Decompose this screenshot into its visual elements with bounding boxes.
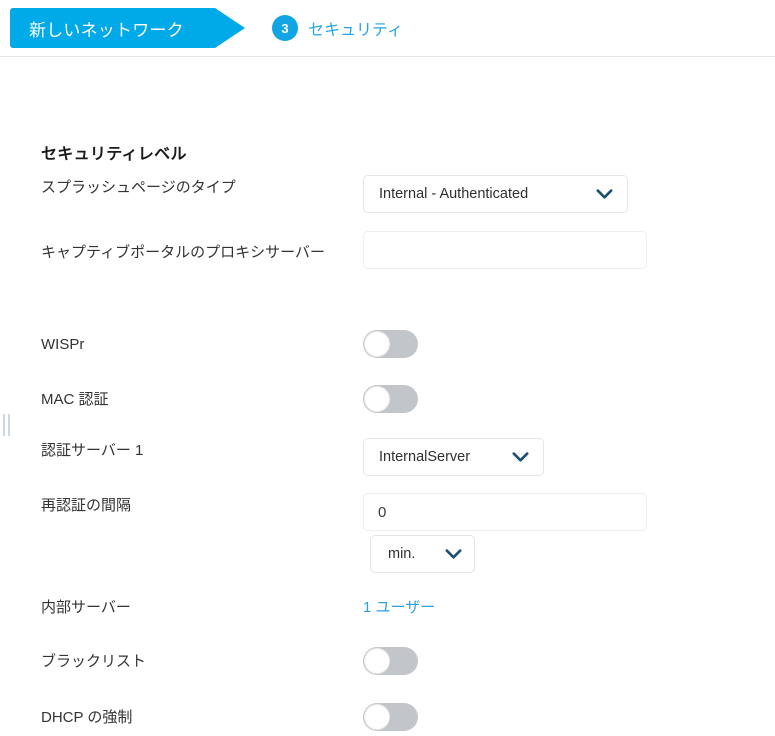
toggle-knob [364, 331, 390, 357]
step-security-label: セキュリティ [308, 22, 404, 39]
toggle-knob [364, 704, 390, 730]
input-reauth-interval[interactable] [363, 493, 647, 531]
select-auth-server-1[interactable]: InternalServer [363, 438, 544, 476]
select-reauth-unit[interactable]: min. [370, 535, 475, 573]
chevron-down-icon [445, 548, 462, 560]
label-splash-page-type: スプラッシュページのタイプ [41, 179, 236, 196]
control-internal-server: 1 ユーザー [363, 595, 435, 620]
toggle-wispr[interactable] [363, 330, 418, 358]
toggle-mac-auth[interactable] [363, 385, 418, 413]
input-captive-portal-proxy[interactable] [363, 231, 647, 269]
control-mac-auth [363, 385, 418, 418]
control-captive-portal-proxy [363, 231, 647, 269]
label-reauth-interval: 再認証の間隔 [41, 497, 132, 514]
wizard-tab-new-network[interactable]: 新しいネットワーク [10, 8, 215, 48]
control-reauth-unit: min. [370, 535, 647, 573]
select-splash-page-type[interactable]: Internal - Authenticated [363, 175, 628, 213]
label-wispr: WISPr [41, 336, 85, 353]
wizard-tab-arrow-shape [215, 8, 245, 48]
wizard-step-header: 新しいネットワーク 3 セキュリティ [0, 0, 775, 57]
label-mac-auth: MAC 認証 [41, 391, 109, 408]
toggle-blacklisting[interactable] [363, 647, 418, 675]
control-auth-server-1: InternalServer [363, 438, 544, 476]
toggle-knob [364, 648, 390, 674]
toggle-knob [364, 386, 390, 412]
chevron-down-icon [596, 188, 613, 200]
panel-collapse-handle[interactable] [3, 414, 13, 436]
step-number-badge: 3 [272, 15, 298, 41]
toggle-dhcp-enforcement[interactable] [363, 703, 418, 731]
label-blacklisting: ブラックリスト [41, 653, 147, 670]
label-auth-server-1: 認証サーバー 1 [41, 442, 144, 459]
handle-bar-right [8, 414, 10, 436]
control-wispr [363, 330, 418, 363]
label-internal-server: 内部サーバー [41, 599, 131, 616]
chevron-down-icon [512, 451, 529, 463]
control-blacklisting [363, 647, 418, 680]
select-reauth-unit-value: min. [388, 546, 416, 562]
control-splash-page-type: Internal - Authenticated [363, 175, 628, 213]
label-dhcp-enforcement: DHCP の強制 [41, 709, 133, 726]
handle-bar-left [3, 414, 5, 436]
link-internal-server-users[interactable]: 1 ユーザー [363, 599, 435, 616]
section-title-security-level: セキュリティレベル [41, 146, 187, 163]
wizard-step-security[interactable]: 3 セキュリティ [272, 8, 403, 48]
select-auth-server-1-value: InternalServer [379, 449, 471, 465]
select-splash-page-type-value: Internal - Authenticated [379, 186, 529, 202]
wizard-tab-label: 新しいネットワーク [29, 20, 184, 40]
control-dhcp-enforcement [363, 703, 418, 736]
label-captive-portal-proxy: キャプティブポータルのプロキシサーバー [41, 244, 325, 261]
control-reauth-interval: min. [363, 493, 647, 573]
